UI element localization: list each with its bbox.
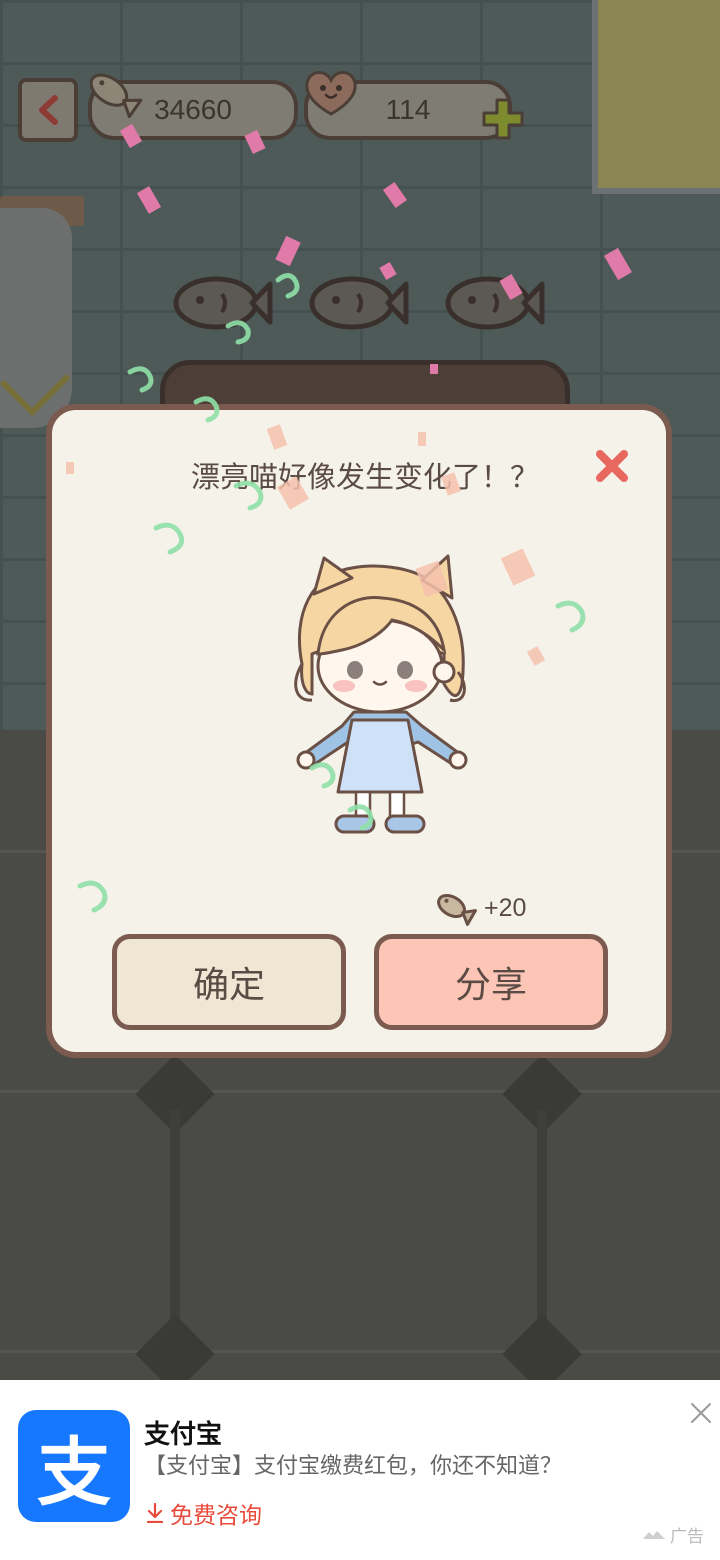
ad-source-icon (643, 1530, 665, 1539)
share-button-label: 分享 (454, 964, 527, 1005)
back-arrow-icon (39, 95, 58, 125)
ad-app-name: 支付宝 (144, 1419, 223, 1449)
share-button[interactable]: 分享 (374, 934, 608, 1030)
wall-picture-frame (592, 0, 720, 194)
add-hearts-button[interactable] (480, 96, 526, 142)
fish-count: 34660 (154, 94, 232, 125)
heart-count: 114 (385, 94, 431, 125)
fish-icon (437, 894, 477, 926)
back-button[interactable] (18, 78, 78, 142)
fish-icon (89, 73, 143, 119)
transformation-dialog: 漂亮喵好像发生变化了！？ +20 确定 分享 (46, 404, 672, 1058)
fish-rating-icon-1 (173, 276, 273, 330)
download-arrow-icon (146, 1503, 164, 1523)
ad-cta-link[interactable]: 免费咨询 (146, 1496, 262, 1530)
cat-girl-character-image (294, 554, 468, 834)
fish-rating-icon-3 (445, 276, 545, 330)
ad-cta-label: 免费咨询 (170, 1502, 262, 1528)
close-x-icon (596, 450, 628, 482)
reward-amount: +20 (484, 893, 527, 922)
towel-image (0, 208, 72, 428)
fish-rating-icon-2 (309, 276, 409, 330)
confirm-button-label: 确定 (192, 964, 265, 1005)
ad-label: 广告 (642, 1522, 704, 1547)
close-button[interactable] (592, 446, 632, 486)
ad-close-icon[interactable] (688, 1400, 714, 1426)
reward-indicator: +20 (432, 888, 526, 928)
ad-description: 【支付宝】支付宝缴费红包，你还不知道？ (144, 1453, 563, 1478)
dialog-title: 漂亮喵好像发生变化了！？ (190, 462, 539, 494)
alipay-logo-icon[interactable]: 支 (18, 1410, 130, 1522)
heart-face-icon (305, 71, 357, 116)
confirm-button[interactable]: 确定 (112, 934, 346, 1030)
